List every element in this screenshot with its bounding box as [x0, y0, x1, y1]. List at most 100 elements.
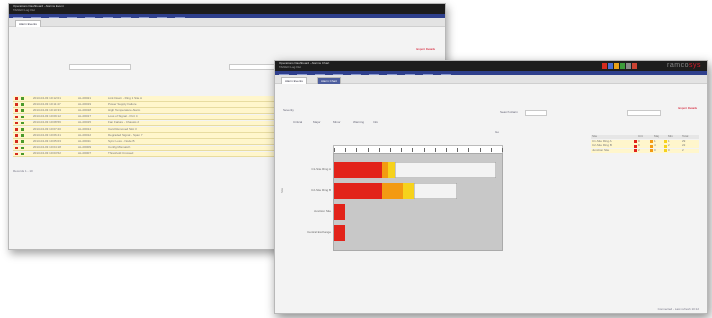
alarm-bar[interactable] — [334, 225, 346, 241]
row-time: 2013-04-03 10:12:01 — [33, 95, 61, 100]
folder-icon[interactable] — [614, 63, 619, 69]
critical-status-icon — [15, 140, 18, 143]
x-axis-tick — [378, 148, 380, 152]
row-code: AL-00017 — [78, 114, 92, 119]
bar-segment-minor — [388, 162, 396, 178]
cell-crit: 2 — [638, 148, 640, 153]
x-axis-tick — [356, 148, 357, 152]
front-tab-bar: Alarm Events Alarm Chart — [275, 75, 707, 84]
toggle-major[interactable]: Major — [313, 121, 321, 124]
row-code: AL-00007 — [78, 151, 92, 156]
date-input[interactable] — [627, 110, 661, 116]
tab-alarm-chart[interactable]: Alarm Chart — [317, 77, 342, 84]
row-desc: Card Removed Slot 3 — [108, 126, 137, 131]
toolbar-icons — [602, 63, 637, 69]
bar-segment-minor — [402, 183, 415, 199]
toggle-minor[interactable]: Minor — [333, 121, 341, 124]
row-desc: Config Mismatch — [108, 145, 131, 150]
row-desc: Threshold Crossed — [108, 151, 134, 156]
x-axis-tick — [412, 148, 413, 152]
alarm-bar[interactable] — [334, 204, 346, 220]
row-code: AL-00019 — [78, 101, 92, 106]
row-desc: Link Down - Ring 1 Site A — [108, 95, 143, 100]
row-desc: Power Supply Failure — [108, 101, 137, 106]
refresh-icon[interactable] — [620, 63, 625, 69]
ack-status-icon — [21, 146, 24, 150]
back-window-subtitle[interactable]: TANGO Log Out — [13, 9, 35, 12]
front-window-subtitle[interactable]: TANGO Log Out — [279, 66, 301, 69]
row-time: 2013-04-03 10:06:41 — [33, 132, 61, 137]
bar-segment-critical — [334, 204, 346, 220]
search-input[interactable] — [525, 110, 547, 116]
x-axis-tick — [468, 148, 469, 152]
x-axis-tick — [401, 148, 402, 152]
table-row[interactable]: Junction Site 2 0 0 2 — [591, 149, 699, 153]
critical-status-icon — [15, 109, 18, 112]
status-bar-text: Connected - Last refresh 10:12 — [657, 307, 699, 311]
back-filter-input[interactable] — [69, 64, 131, 70]
row-desc: Degraded Signal - Span 7 — [108, 132, 143, 137]
toggle-critical[interactable]: Critical — [293, 121, 302, 124]
row-code: AL-00015 — [78, 120, 92, 125]
front-export-link[interactable]: Export Details — [678, 107, 697, 110]
row-time: 2013-04-03 10:04:18 — [33, 145, 61, 150]
category-label: C1-Site Ring A — [311, 167, 331, 171]
bar-segment-critical — [334, 225, 346, 241]
row-time: 2013-04-03 10:03:52 — [33, 151, 61, 156]
severity-swatch — [650, 140, 653, 143]
ack-status-icon — [21, 152, 24, 156]
row-code: AL-00014 — [78, 126, 92, 131]
alarm-bar[interactable] — [334, 183, 458, 199]
x-axis-tick — [479, 148, 481, 152]
x-axis-tick — [390, 148, 391, 152]
help-icon[interactable] — [632, 63, 637, 69]
bar-segment-cleared — [414, 183, 458, 199]
user-icon[interactable] — [608, 63, 613, 69]
category-label: Junction Site — [313, 209, 331, 213]
alarm-bar[interactable] — [334, 162, 497, 178]
row-desc: Sync Loss - Node B — [108, 138, 135, 143]
go-button[interactable]: Go — [495, 131, 499, 134]
toggle-warning[interactable]: Warning — [353, 121, 364, 124]
alert-icon[interactable] — [602, 63, 607, 69]
ack-status-icon — [21, 109, 24, 112]
tab-alarm-events[interactable]: Alarm Events — [281, 77, 307, 84]
row-desc: Fan Failure - Chassis 2 — [108, 120, 140, 125]
bar-segment-critical — [334, 183, 382, 199]
x-axis-tick — [502, 148, 503, 152]
severity-swatch — [664, 149, 667, 153]
ack-status-icon — [21, 115, 24, 119]
row-time: 2013-04-03 10:08:56 — [33, 120, 61, 125]
bar-segment-cleared — [395, 162, 497, 178]
severity-swatch — [664, 140, 667, 143]
brand-logo: ramcosys — [667, 62, 701, 69]
ack-status-icon — [21, 128, 24, 131]
row-desc: High Temperature Alarm — [108, 107, 141, 112]
severity-summary-table: Site Crit Maj Min Total C1-Site Ring A 9 1 1 29 C2… — [591, 135, 699, 153]
critical-status-icon — [15, 97, 18, 100]
bar-segment-major — [381, 183, 403, 199]
cell-maj: 0 — [654, 148, 656, 153]
ack-status-icon — [21, 103, 24, 106]
chart-y-label: Site — [280, 187, 284, 193]
row-time: 2013-04-03 10:05:03 — [33, 138, 61, 143]
row-code: AL-00011 — [78, 138, 91, 143]
back-tab-alarm-events[interactable]: Alarm Events — [15, 20, 41, 27]
front-window: Operations Dashboard - Alarms Chart TANG… — [274, 60, 708, 314]
severity-label: Severity — [283, 108, 294, 112]
toggle-info[interactable]: Info — [373, 121, 378, 124]
ack-status-icon — [21, 140, 24, 143]
row-code: AL-00018 — [78, 107, 92, 112]
severity-swatch — [634, 144, 637, 148]
row-desc: Loss of Signal - Port 4 — [108, 114, 138, 119]
cell-site: Junction Site — [592, 148, 610, 153]
settings-icon[interactable] — [626, 63, 631, 69]
severity-swatch — [634, 149, 637, 153]
bar-segment-major — [381, 162, 389, 178]
x-axis-tick — [434, 148, 436, 152]
row-time: 2013-04-03 10:10:33 — [33, 107, 61, 112]
back-export-link[interactable]: Export Details — [416, 48, 435, 51]
critical-status-icon — [15, 121, 18, 125]
x-axis-tick — [446, 148, 447, 152]
bar-segment-critical — [334, 162, 382, 178]
